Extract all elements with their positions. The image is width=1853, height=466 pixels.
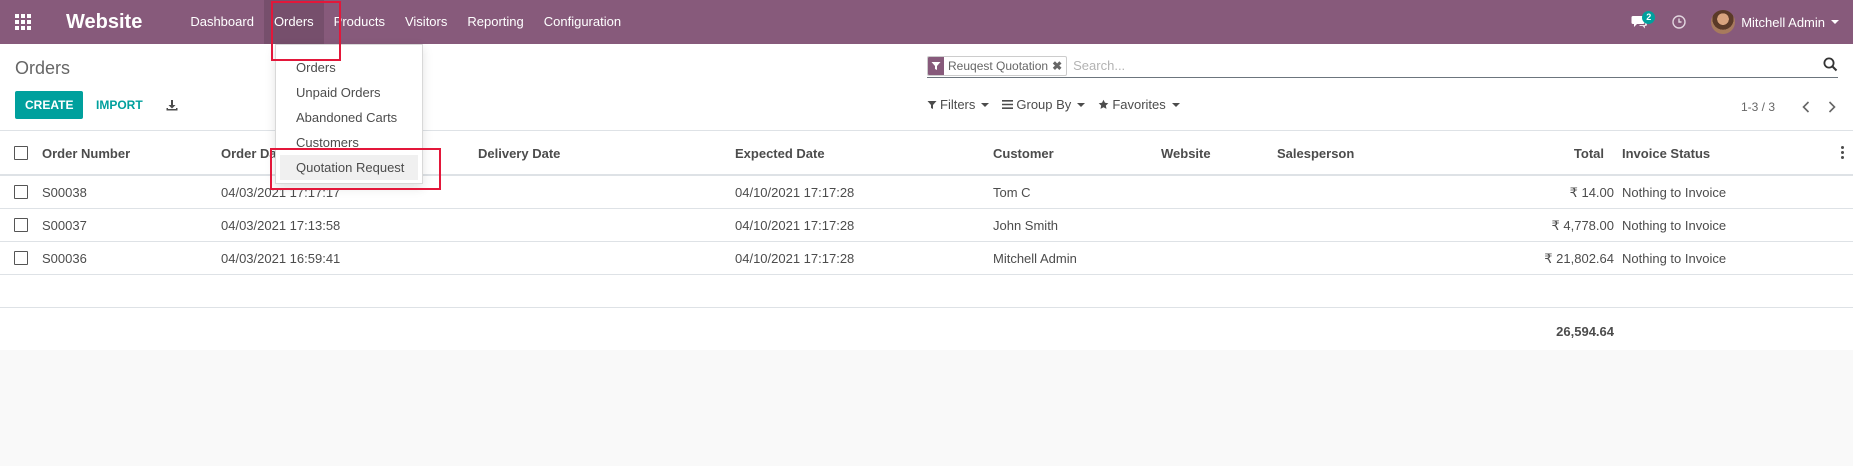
activities-button[interactable]: [1659, 0, 1699, 44]
star-icon: [1098, 99, 1109, 110]
dropdown-item-unpaid-orders[interactable]: Unpaid Orders: [276, 80, 422, 105]
pager-value[interactable]: 1-3 / 3: [1741, 100, 1775, 114]
customer: Tom C: [993, 185, 1031, 200]
user-name: Mitchell Admin: [1741, 14, 1825, 30]
chevron-left-icon: [1802, 101, 1810, 113]
dropdown-item-orders[interactable]: Orders: [276, 55, 422, 80]
invoice-status: Nothing to Invoice: [1622, 251, 1727, 266]
order-date: 04/03/2021 16:59:41: [221, 251, 341, 266]
clock-icon: [1672, 15, 1686, 29]
menu-dashboard[interactable]: Dashboard: [180, 0, 264, 44]
column-total[interactable]: Total: [1574, 146, 1604, 161]
import-button[interactable]: IMPORT: [86, 91, 153, 119]
menu-products[interactable]: Products: [324, 0, 395, 44]
column-order-number[interactable]: Order Number: [42, 146, 130, 161]
search-input[interactable]: [1073, 55, 1838, 76]
search-icon[interactable]: [1823, 57, 1838, 75]
filters-label: Filters: [940, 97, 976, 112]
list-icon: [1002, 100, 1014, 109]
order-date: 04/03/2021 17:13:58: [221, 218, 341, 233]
column-delivery-date[interactable]: Delivery Date: [478, 146, 560, 161]
order-number: S00038: [42, 185, 87, 200]
favorites-label: Favorites: [1112, 97, 1166, 112]
dropdown-item-customers[interactable]: Customers: [276, 130, 422, 155]
search-bar: Reuqest Quotation ✖: [927, 54, 1838, 78]
chevron-right-icon: [1828, 101, 1836, 113]
app-switcher-icon[interactable]: [0, 0, 46, 44]
app-name: Website: [66, 10, 143, 33]
menu-configuration[interactable]: Configuration: [534, 0, 631, 44]
order-number: S00037: [42, 218, 87, 233]
orders-dropdown-menu: Orders Unpaid Orders Abandoned Carts Cus…: [275, 44, 423, 184]
chevron-down-icon: [1831, 20, 1839, 24]
pager-previous-button[interactable]: [1797, 98, 1815, 116]
menu-reporting[interactable]: Reporting: [457, 0, 533, 44]
groupby-dropdown[interactable]: Group By: [1002, 97, 1086, 112]
column-salesperson[interactable]: Salesperson: [1277, 146, 1354, 161]
expected-date: 04/10/2021 17:17:28: [735, 185, 855, 200]
menu-visitors[interactable]: Visitors: [395, 0, 457, 44]
chevron-down-icon: [1077, 102, 1086, 107]
row-checkbox[interactable]: [14, 218, 28, 232]
total: ₹ 21,802.64: [1544, 251, 1614, 266]
main-menu: Dashboard Orders Products Visitors Repor…: [180, 0, 631, 44]
dropdown-item-quotation-request[interactable]: Quotation Request: [280, 155, 418, 180]
pager: 1-3 / 3: [1741, 98, 1841, 116]
optional-columns-icon[interactable]: [1841, 146, 1845, 159]
message-count-badge: 2: [1642, 11, 1656, 24]
customer: Mitchell Admin: [993, 251, 1077, 266]
order-number: S00036: [42, 251, 87, 266]
table-row[interactable]: S00037 04/03/2021 17:13:58 04/10/2021 17…: [0, 209, 1853, 242]
top-navbar: Website Dashboard Orders Products Visito…: [0, 0, 1853, 44]
select-all-checkbox[interactable]: [14, 146, 28, 160]
row-checkbox[interactable]: [14, 251, 28, 265]
facet-label: Reuqest Quotation: [948, 58, 1049, 73]
pager-next-button[interactable]: [1823, 98, 1841, 116]
menu-orders[interactable]: Orders: [263, 0, 324, 44]
customer: John Smith: [993, 218, 1059, 233]
total: ₹ 4,778.00: [1551, 218, 1615, 233]
filters-dropdown[interactable]: Filters: [927, 97, 990, 112]
groupby-label: Group By: [1016, 97, 1072, 112]
navbar-systray: 2 Mitchell Admin: [1619, 0, 1853, 44]
create-button[interactable]: CREATE: [15, 91, 84, 119]
column-website[interactable]: Website: [1161, 146, 1211, 161]
table-footer: 26,594.64: [0, 307, 1853, 350]
expected-date: 04/10/2021 17:17:28: [735, 218, 855, 233]
total-sum: 26,594.64: [1556, 324, 1614, 339]
column-customer[interactable]: Customer: [993, 146, 1054, 161]
order-date: 04/03/2021 17:17:17: [221, 185, 341, 200]
table-row[interactable]: S00036 04/03/2021 16:59:41 04/10/2021 17…: [0, 242, 1853, 275]
expected-date: 04/10/2021 17:17:28: [735, 251, 855, 266]
filter-icon: [927, 100, 937, 110]
invoice-status: Nothing to Invoice: [1622, 185, 1727, 200]
search-options: Filters Group By Favorites: [927, 97, 1193, 112]
row-checkbox[interactable]: [14, 185, 28, 199]
export-button[interactable]: [162, 91, 182, 119]
user-menu[interactable]: Mitchell Admin: [1699, 0, 1853, 44]
messages-button[interactable]: 2: [1619, 0, 1659, 44]
search-facet: Reuqest Quotation ✖: [927, 55, 1068, 76]
dropdown-item-abandoned-carts[interactable]: Abandoned Carts: [276, 105, 422, 130]
column-expected-date[interactable]: Expected Date: [735, 146, 825, 161]
breadcrumb: Orders: [15, 58, 71, 78]
favorites-dropdown[interactable]: Favorites: [1098, 97, 1180, 112]
column-invoice-status[interactable]: Invoice Status: [1622, 146, 1710, 161]
invoice-status: Nothing to Invoice: [1622, 218, 1727, 233]
facet-close-icon[interactable]: ✖: [1052, 59, 1066, 73]
filter-icon: [928, 56, 944, 75]
chevron-down-icon: [1171, 102, 1180, 107]
download-icon: [166, 100, 178, 111]
total: ₹ 14.00: [1569, 185, 1614, 200]
chevron-down-icon: [981, 102, 990, 107]
avatar: [1711, 10, 1736, 34]
